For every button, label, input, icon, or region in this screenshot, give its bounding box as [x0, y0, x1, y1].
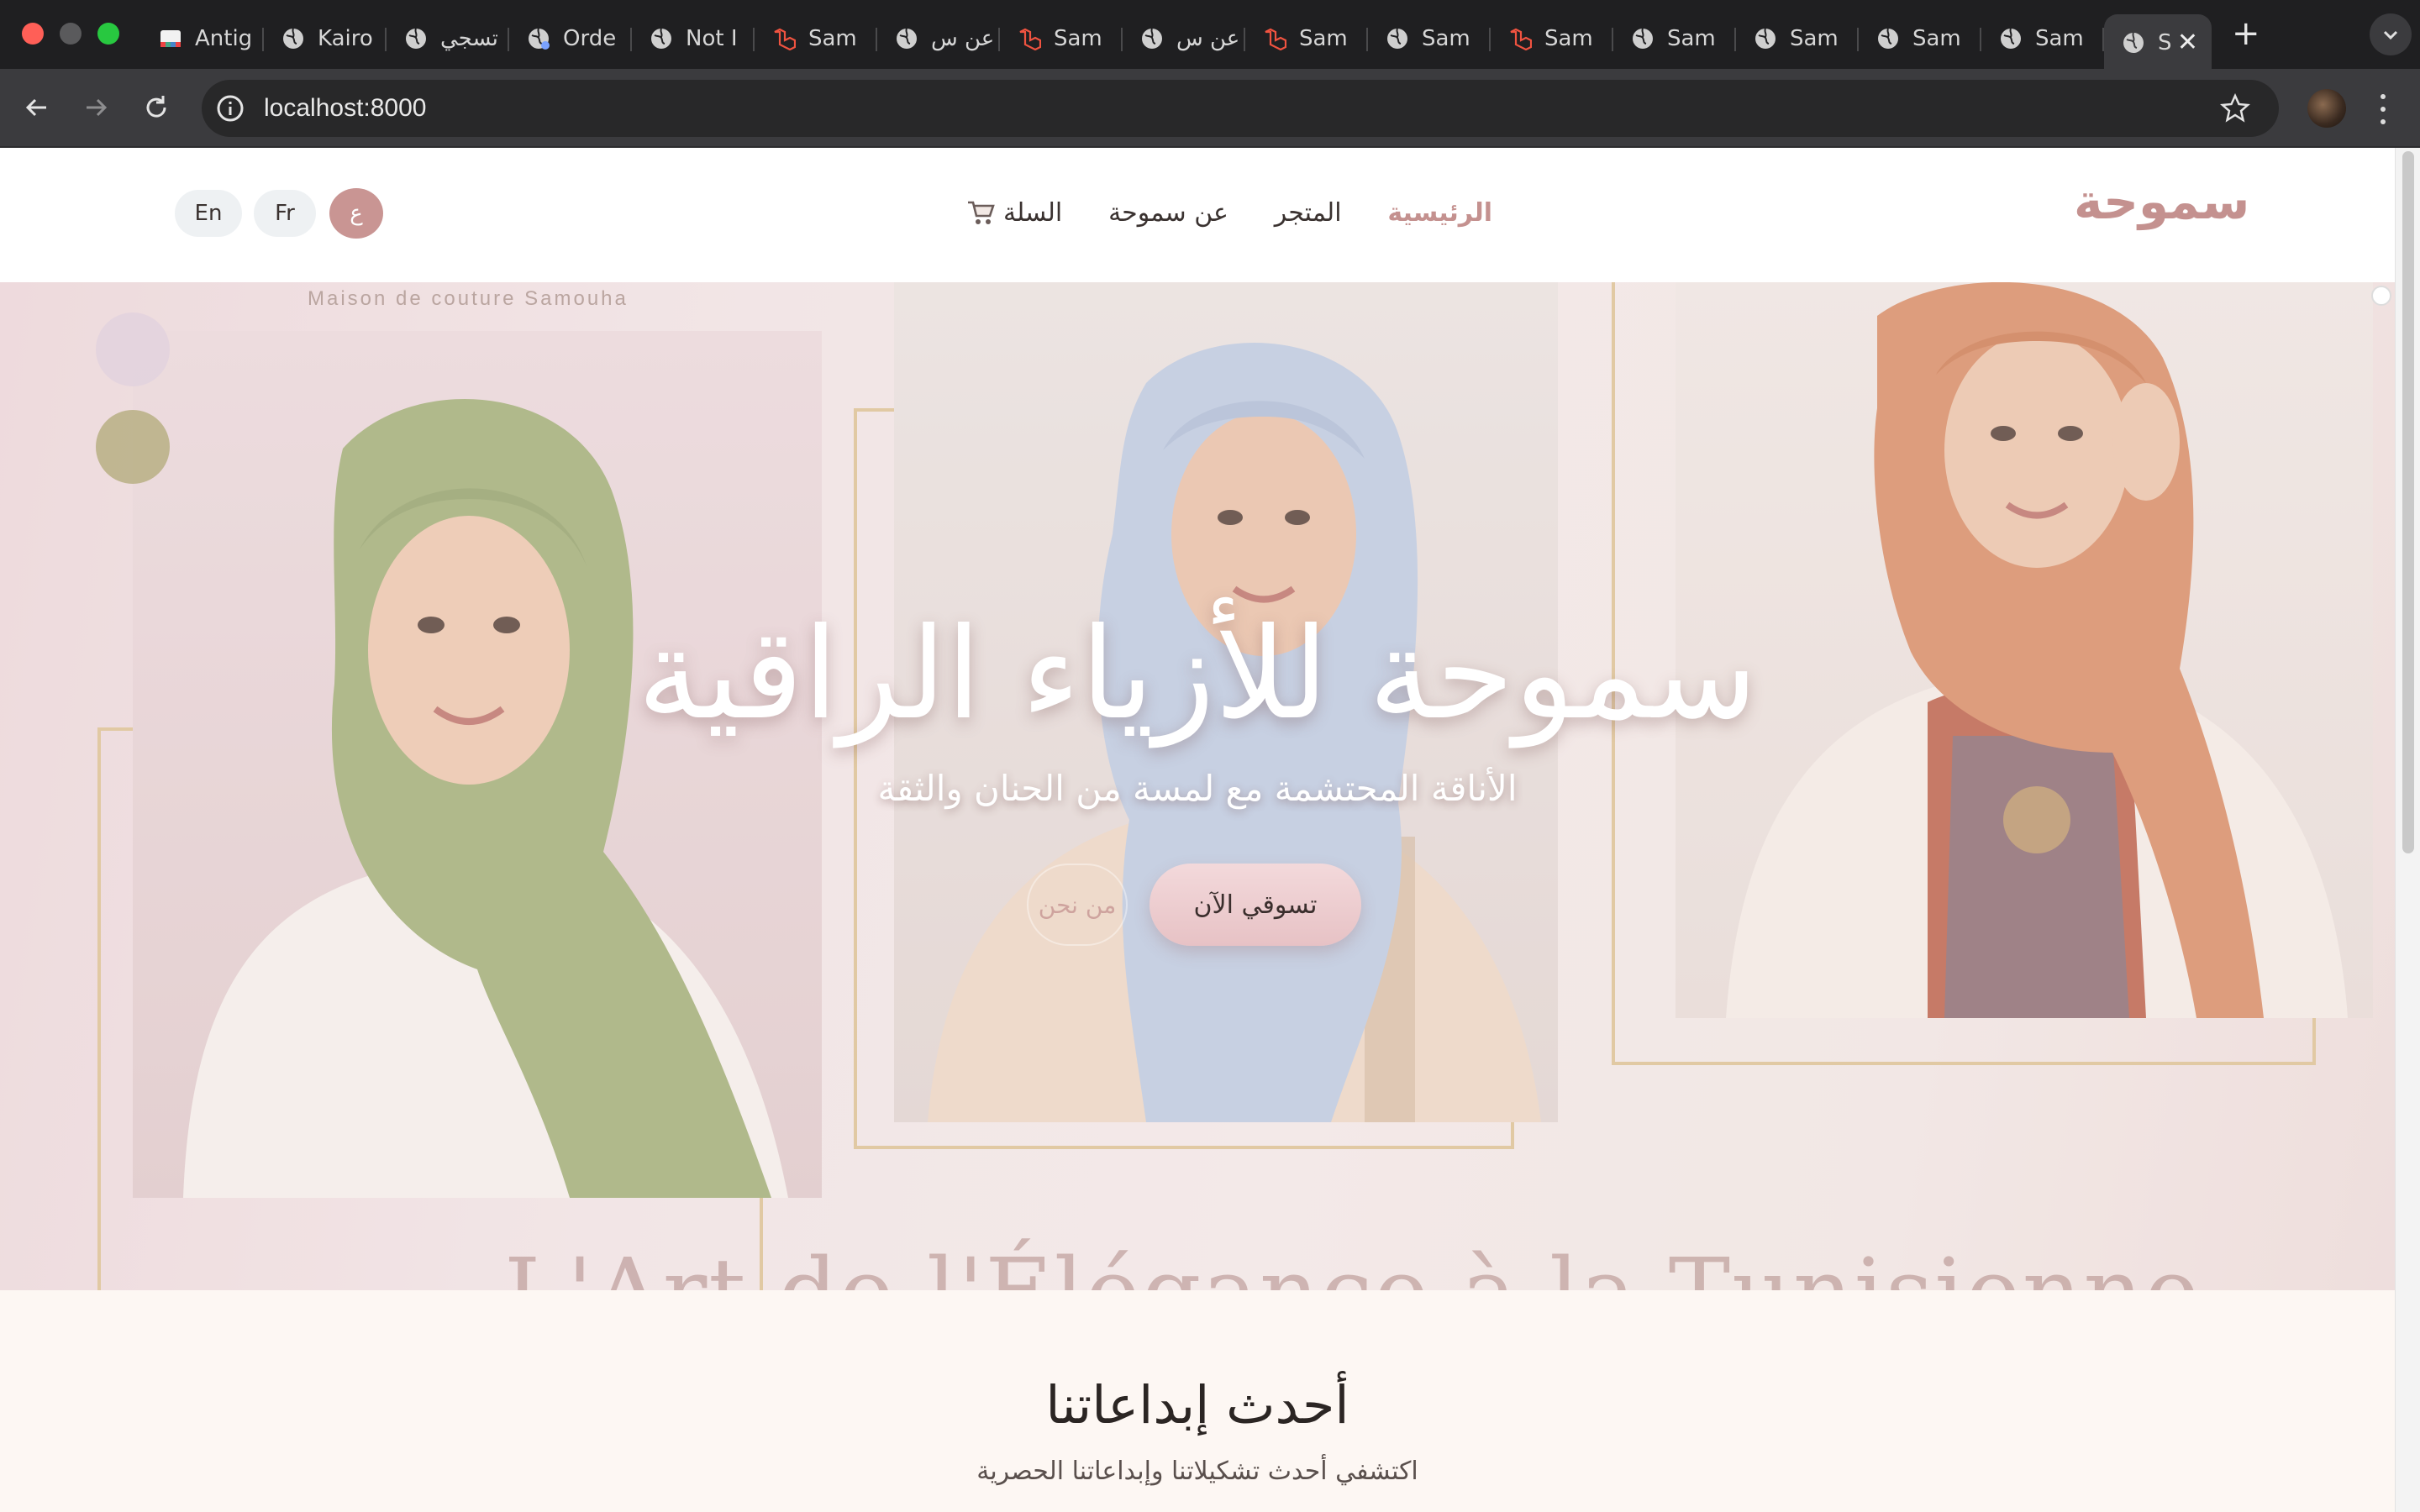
hero-marquee-text: L'Art de l'Élégance à la Tunisienne — [504, 1238, 2202, 1290]
globe-icon — [1630, 26, 1655, 51]
browser-tab-active[interactable]: S ✕ — [2104, 14, 2212, 71]
bookmark-star-icon[interactable] — [2220, 93, 2250, 123]
main-navigation: الرئيسية المتجر عن سموحة السلة — [966, 192, 1492, 234]
hero-title: سموحة للأزياء الراقية — [637, 601, 1758, 748]
browser-tab[interactable]: Kairo — [264, 14, 387, 63]
tab-search-button[interactable] — [2370, 13, 2412, 55]
browser-tab[interactable]: Sam — [1981, 14, 2104, 63]
hero-section: Maison de couture Samouha سموحة للأزياء … — [0, 282, 2395, 1290]
lang-english-button[interactable]: En — [175, 190, 242, 237]
tab-title: S — [2158, 30, 2172, 55]
tab-strip: Antig Kairo تسجي Orde Not I Sam عن س Sam… — [141, 10, 2212, 71]
scrollbar-thumb[interactable] — [2402, 151, 2414, 853]
browser-tab[interactable]: Not I — [632, 14, 755, 63]
profile-avatar[interactable] — [2307, 89, 2346, 128]
tab-title: Kairo — [318, 26, 373, 51]
nav-about-link[interactable]: عن سموحة — [1108, 198, 1228, 228]
browser-tab[interactable]: Sam — [1736, 14, 1859, 63]
new-tab-button[interactable]: + — [2232, 15, 2260, 52]
cart-icon — [968, 201, 995, 224]
address-bar[interactable]: localhost:8000 — [202, 80, 2279, 137]
tab-title: Sam — [1912, 26, 1961, 51]
site-logo[interactable]: سموحة — [2074, 173, 2249, 230]
section-title: أحدث إبداعاتنا — [1045, 1374, 1349, 1436]
nav-cart-link[interactable]: السلة — [966, 198, 1062, 228]
browser-toolbar: localhost:8000 — [0, 69, 2420, 148]
page-scrollbar[interactable] — [2395, 148, 2420, 1512]
laravel-icon — [771, 26, 797, 51]
nav-home-link[interactable]: الرئيسية — [1387, 198, 1492, 228]
back-button[interactable] — [15, 86, 59, 129]
browser-tab[interactable]: عن س — [877, 14, 1000, 63]
reload-button[interactable] — [134, 86, 178, 129]
browser-tab[interactable]: Sam — [1491, 14, 1613, 63]
tab-title: Sam — [808, 26, 857, 51]
window-close-button[interactable] — [22, 23, 44, 45]
window-minimize-button[interactable] — [60, 23, 82, 45]
globe-icon — [1876, 26, 1901, 51]
arrow-right-icon — [87, 98, 108, 117]
globe-icon — [526, 26, 551, 51]
tab-title: Antig — [195, 26, 253, 51]
nav-cart-label: السلة — [1003, 197, 1063, 228]
globe-icon — [403, 26, 429, 51]
laravel-icon — [1262, 26, 1287, 51]
browser-menu-icon[interactable] — [2373, 91, 2393, 128]
close-tab-icon[interactable]: ✕ — [2177, 30, 2198, 55]
forward-button[interactable] — [74, 86, 118, 129]
tab-title: Sam — [1054, 26, 1102, 51]
arrow-left-icon — [25, 98, 46, 117]
browser-tab[interactable]: عن س — [1123, 14, 1245, 63]
browser-tab[interactable]: Sam — [755, 14, 877, 63]
tab-title: Orde — [563, 26, 617, 51]
globe-icon — [1139, 26, 1165, 51]
reload-icon — [146, 96, 166, 118]
tab-title: Sam — [1544, 26, 1593, 51]
laravel-icon — [1507, 26, 1533, 51]
site-header: سموحة الرئيسية المتجر عن سموحة السلة ع F… — [0, 148, 2395, 282]
globe-icon — [2121, 30, 2146, 55]
shop-now-button[interactable]: تسوقي الآن — [1150, 864, 1361, 946]
nav-shop-link[interactable]: المتجر — [1275, 198, 1342, 228]
url-text: localhost:8000 — [264, 94, 427, 122]
laravel-icon — [1017, 26, 1042, 51]
page-viewport: سموحة الرئيسية المتجر عن سموحة السلة ع F… — [0, 148, 2395, 1512]
browser-tab[interactable]: Antig — [141, 14, 264, 63]
browser-tab[interactable]: تسجي — [387, 14, 509, 63]
gemini-icon — [158, 26, 183, 51]
site-info-icon[interactable] — [215, 93, 245, 123]
carousel-indicator[interactable] — [2371, 286, 2391, 306]
tab-title: Sam — [1422, 26, 1470, 51]
browser-tab[interactable]: Sam — [1000, 14, 1123, 63]
browser-tab[interactable]: Sam — [1613, 14, 1736, 63]
browser-tab-bar: Antig Kairo تسجي Orde Not I Sam عن س Sam… — [0, 0, 2420, 71]
section-subtitle: اكتشفي أحدث تشكيلاتنا وإبداعاتنا الحصرية — [976, 1457, 1418, 1486]
tab-title: عن س — [931, 26, 995, 51]
tab-title: Not I — [686, 26, 738, 51]
about-us-button[interactable]: من نحن — [1027, 864, 1128, 946]
latest-creations-section: أحدث إبداعاتنا اكتشفي أحدث تشكيلاتنا وإب… — [0, 1290, 2395, 1512]
globe-icon — [281, 26, 306, 51]
browser-tab[interactable]: Sam — [1859, 14, 1981, 63]
lang-arabic-button[interactable]: ع — [329, 188, 383, 239]
globe-icon — [894, 26, 919, 51]
lang-french-button[interactable]: Fr — [254, 190, 316, 237]
tab-title: Sam — [1790, 26, 1839, 51]
globe-icon — [1753, 26, 1778, 51]
window-maximize-button[interactable] — [97, 23, 119, 45]
tab-title: Sam — [1299, 26, 1348, 51]
tab-title: Sam — [2035, 26, 2084, 51]
tab-title: عن س — [1176, 26, 1240, 51]
globe-icon — [1385, 26, 1410, 51]
browser-tab[interactable]: Orde — [509, 14, 632, 63]
browser-tab[interactable]: Sam — [1245, 14, 1368, 63]
globe-icon — [1998, 26, 2023, 51]
hero-subtitle: الأناقة المحتشمة مع لمسة من الحنان والثق… — [877, 768, 1518, 809]
tab-title: تسجي — [440, 26, 498, 51]
browser-tab[interactable]: Sam — [1368, 14, 1491, 63]
chevron-down-icon — [2383, 30, 2398, 40]
globe-icon — [649, 26, 674, 51]
tab-title: Sam — [1667, 26, 1716, 51]
